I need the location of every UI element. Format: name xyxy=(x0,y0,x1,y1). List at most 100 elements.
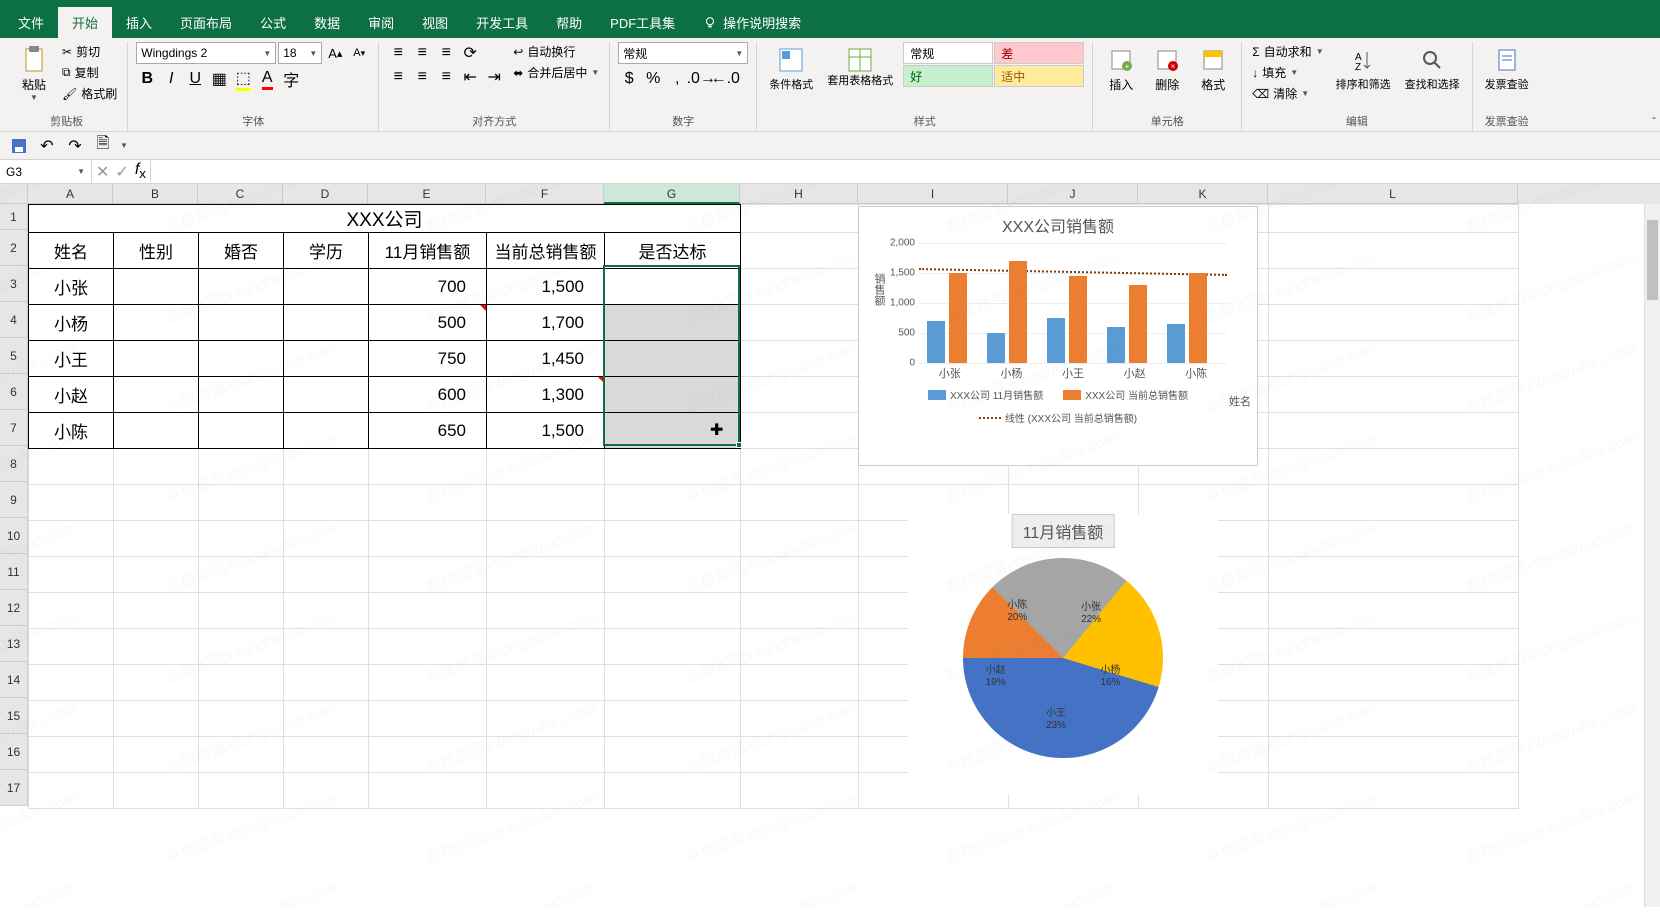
cell-styles-gallery[interactable]: 常规 差 好 适中 xyxy=(903,42,1084,87)
cell-D14[interactable] xyxy=(284,665,369,701)
cell-D13[interactable] xyxy=(284,629,369,665)
cell-E5[interactable]: 750 xyxy=(369,341,487,377)
cell-D16[interactable] xyxy=(284,737,369,773)
font-size-select[interactable]: 18▼ xyxy=(278,42,322,64)
col-header-J[interactable]: J xyxy=(1008,184,1138,204)
cell-B4[interactable] xyxy=(114,305,199,341)
cancel-formula-button[interactable]: ✕ xyxy=(96,162,109,182)
format-cells-button[interactable]: 格式 xyxy=(1193,42,1233,95)
cell-L8[interactable] xyxy=(1269,449,1519,485)
cell-L9[interactable] xyxy=(1269,485,1519,521)
cell-L2[interactable] xyxy=(1269,233,1519,269)
col-header-D[interactable]: D xyxy=(283,184,368,204)
cell-E7[interactable]: 650 xyxy=(369,413,487,449)
cell-A17[interactable] xyxy=(29,773,114,809)
tab-file[interactable]: 文件 xyxy=(4,7,58,38)
cell-L4[interactable] xyxy=(1269,305,1519,341)
tab-formulas[interactable]: 公式 xyxy=(246,7,300,38)
col-header-H[interactable]: H xyxy=(740,184,858,204)
align-center-button[interactable]: ≡ xyxy=(411,66,433,88)
cell-L14[interactable] xyxy=(1269,665,1519,701)
style-normal[interactable]: 常规 xyxy=(903,42,993,64)
style-neutral[interactable]: 适中 xyxy=(994,65,1084,87)
cell-F5[interactable]: 1,450 xyxy=(487,341,605,377)
cell-E10[interactable] xyxy=(369,521,487,557)
indent-decrease-button[interactable]: ⇤ xyxy=(459,66,481,88)
table-format-button[interactable]: 套用表格格式 xyxy=(823,42,897,89)
style-good[interactable]: 好 xyxy=(903,65,993,87)
scrollbar-thumb[interactable] xyxy=(1647,220,1658,300)
cell-L15[interactable] xyxy=(1269,701,1519,737)
row-header-9[interactable]: 9 xyxy=(0,482,28,518)
cell-H15[interactable] xyxy=(741,701,859,737)
cell-L13[interactable] xyxy=(1269,629,1519,665)
align-middle-button[interactable]: ≡ xyxy=(411,42,433,64)
cell-H14[interactable] xyxy=(741,665,859,701)
fx-button[interactable]: fx xyxy=(135,161,146,181)
number-format-select[interactable]: 常规▼ xyxy=(618,42,748,64)
col-header-G[interactable]: G xyxy=(604,184,740,204)
cell-G10[interactable] xyxy=(605,521,741,557)
cell-A15[interactable] xyxy=(29,701,114,737)
cell-D8[interactable] xyxy=(284,449,369,485)
cell-E15[interactable] xyxy=(369,701,487,737)
col-header-B[interactable]: B xyxy=(113,184,198,204)
italic-button[interactable]: I xyxy=(160,68,182,90)
cell-F10[interactable] xyxy=(487,521,605,557)
orientation-button[interactable]: ⟳ xyxy=(459,42,481,64)
cell-A8[interactable] xyxy=(29,449,114,485)
cell-G11[interactable] xyxy=(605,557,741,593)
row-header-2[interactable]: 2 xyxy=(0,230,28,266)
cell-A12[interactable] xyxy=(29,593,114,629)
vertical-scrollbar[interactable] xyxy=(1644,204,1660,907)
tab-data[interactable]: 数据 xyxy=(300,7,354,38)
cell-A6[interactable]: 小赵 xyxy=(29,377,114,413)
tab-review[interactable]: 审阅 xyxy=(354,7,408,38)
row-header-11[interactable]: 11 xyxy=(0,554,28,590)
cell-H7[interactable] xyxy=(741,413,859,449)
cell-G4[interactable] xyxy=(605,305,741,341)
cell-G5[interactable] xyxy=(605,341,741,377)
cell-B10[interactable] xyxy=(114,521,199,557)
cell-B13[interactable] xyxy=(114,629,199,665)
cell-F11[interactable] xyxy=(487,557,605,593)
accounting-button[interactable]: $ xyxy=(618,68,640,90)
cell-L6[interactable] xyxy=(1269,377,1519,413)
cell-H1[interactable] xyxy=(741,205,859,233)
cell-G7[interactable] xyxy=(605,413,741,449)
cell-D2[interactable]: 学历 xyxy=(284,233,369,269)
cell-A3[interactable]: 小张 xyxy=(29,269,114,305)
align-left-button[interactable]: ≡ xyxy=(387,66,409,88)
undo-button[interactable]: ↶ xyxy=(36,135,58,157)
row-header-17[interactable]: 17 xyxy=(0,770,28,806)
align-bottom-button[interactable]: ≡ xyxy=(435,42,457,64)
sort-filter-button[interactable]: AZ排序和筛选 xyxy=(1332,42,1395,94)
cell-B7[interactable] xyxy=(114,413,199,449)
col-header-C[interactable]: C xyxy=(198,184,283,204)
cell-A10[interactable] xyxy=(29,521,114,557)
phonetic-button[interactable]: 字 xyxy=(280,68,302,90)
row-header-10[interactable]: 10 xyxy=(0,518,28,554)
cell-H2[interactable] xyxy=(741,233,859,269)
align-right-button[interactable]: ≡ xyxy=(435,66,457,88)
tab-view[interactable]: 视图 xyxy=(408,7,462,38)
cell-F17[interactable] xyxy=(487,773,605,809)
decrease-decimal-button[interactable]: ←.0 xyxy=(714,68,736,90)
cell-E14[interactable] xyxy=(369,665,487,701)
cell-C7[interactable] xyxy=(199,413,284,449)
collapse-ribbon-button[interactable]: ˇ xyxy=(1652,115,1656,129)
cell-G14[interactable] xyxy=(605,665,741,701)
cell-D9[interactable] xyxy=(284,485,369,521)
cell-G13[interactable] xyxy=(605,629,741,665)
row-header-13[interactable]: 13 xyxy=(0,626,28,662)
tab-home[interactable]: 开始 xyxy=(58,7,112,38)
wrap-text-button[interactable]: ↩自动换行 xyxy=(511,42,601,61)
cell-H10[interactable] xyxy=(741,521,859,557)
cell-H12[interactable] xyxy=(741,593,859,629)
cell-L11[interactable] xyxy=(1269,557,1519,593)
cell-C4[interactable] xyxy=(199,305,284,341)
row-header-14[interactable]: 14 xyxy=(0,662,28,698)
cell-L12[interactable] xyxy=(1269,593,1519,629)
cut-button[interactable]: ✂剪切 xyxy=(60,42,119,61)
delete-cells-button[interactable]: ×删除 xyxy=(1147,42,1187,95)
